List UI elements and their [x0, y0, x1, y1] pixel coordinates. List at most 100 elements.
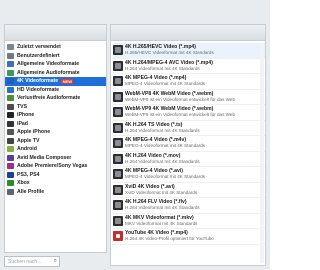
- category-label: Verlustfreie Audioformate: [17, 95, 81, 102]
- search-input[interactable]: Suchen nach... ⌕: [4, 256, 60, 267]
- format-description: H.265/HEVC Videoformat mit 4K Standards: [125, 50, 214, 56]
- category-label: Android: [17, 146, 37, 153]
- format-item[interactable]: 4K H.264/MPEG-4 AVC Video (*.mp4) H.264 V…: [113, 59, 265, 74]
- category-label: Zuletzt verwendet: [17, 44, 61, 51]
- category-item[interactable]: Benutzerdefiniert: [5, 52, 106, 61]
- format-description: WebM-VP8 ist ein Videoformat entwickelt …: [125, 96, 236, 102]
- category-item[interactable]: Zuletzt verwendet: [5, 43, 106, 52]
- format-item[interactable]: 4K MPEG-4 Video (*.mp4) MPEG-4 Videoforma…: [113, 74, 265, 90]
- category-label: Benutzerdefiniert: [17, 52, 60, 59]
- category-item[interactable]: TVS: [5, 103, 106, 112]
- category-panel: Zuletzt verwendet Benutzerdefiniert Allgem…: [4, 24, 107, 253]
- format-item[interactable]: XviD 4K Video (*.avi) XviD Videoformat mi…: [113, 183, 265, 198]
- format-item[interactable]: 4K H.264 FLV Video (*.flv) H.264 Videofor…: [113, 198, 265, 214]
- format-text: WebM-VP9 4K WebM Video (*.webm) WebM-VP9 …: [125, 106, 235, 118]
- category-item[interactable]: Adobe Premiere/Sony Vegas: [5, 162, 106, 171]
- format-item[interactable]: YouTube 4K Video (*.mp4) H.264 4K Video-P…: [113, 229, 265, 245]
- format-description: H.264 Videoformat mit 4K Standards: [125, 65, 200, 71]
- category-label: Apple TV: [17, 137, 40, 144]
- custom-icon: [7, 52, 14, 59]
- category-item[interactable]: PS3, PS4: [5, 171, 106, 180]
- avid-icon: [7, 154, 14, 161]
- format-description: H.264 4K Video-Profil optimiert für YouT…: [125, 236, 214, 242]
- format-description: MKV Videoformat mit 4K Standards: [125, 220, 198, 226]
- category-item[interactable]: Allgemeine Videoformate: [5, 60, 106, 69]
- category-list: Zuletzt verwendet Benutzerdefiniert Allgem…: [5, 43, 106, 196]
- category-item[interactable]: Verlustfreie Audioformate: [5, 94, 106, 103]
- video-thumbnail-icon: [113, 60, 123, 71]
- video-thumbnail-icon: [113, 76, 123, 87]
- format-text: XviD 4K Video (*.avi) XviD Videoformat mi…: [125, 184, 197, 196]
- category-label: Allgemeine Videoformate: [17, 61, 80, 68]
- video-thumbnail-icon: [113, 184, 123, 195]
- format-description: H.264 Videoformat mit 4K Standards: [125, 127, 200, 133]
- category-item[interactable]: Apple iPhone: [5, 128, 106, 137]
- format-item[interactable]: 4K MPEG-4 Video (*.avi) MPEG-4 Videoforma…: [113, 167, 265, 183]
- video-thumbnail-icon: [113, 138, 123, 149]
- format-text: 4K H.264 FLV Video (*.flv) H.264 Videofor…: [125, 199, 200, 211]
- category-label: PS3, PS4: [17, 171, 40, 178]
- format-text: WebM-VP8 4K WebM Video (*.webm) WebM-VP8 …: [125, 91, 235, 103]
- format-text: 4K MKV Videoformat (*.mkv) MKV Videoforma…: [125, 215, 197, 227]
- format-text: 4K MPEG-4 Video (*.m4v) MPEG-4 Videoforma…: [125, 137, 205, 149]
- category-label: iPad: [17, 120, 28, 127]
- category-panel-header: [5, 25, 106, 41]
- 4k-icon: [7, 78, 14, 85]
- category-item[interactable]: iPhone: [5, 111, 106, 120]
- category-label: Allgemeine Audioformate: [17, 69, 80, 76]
- category-item[interactable]: iPad: [5, 120, 106, 129]
- format-panel-header: [111, 25, 265, 41]
- format-item[interactable]: WebM-VP9 4K WebM Video (*.webm) WebM-VP9 …: [113, 105, 265, 121]
- format-item[interactable]: 4K H.264 TS Video (*.ts) H.264 Videoforma…: [113, 121, 265, 136]
- xbox-icon: [7, 180, 14, 187]
- video-thumbnail-icon: [113, 200, 123, 211]
- format-item[interactable]: 4K MPEG-4 Video (*.m4v) MPEG-4 Videoforma…: [113, 136, 265, 152]
- new-badge: NEW: [61, 78, 74, 84]
- adobe-icon: [7, 163, 14, 170]
- lossless-audio-icon: [7, 95, 14, 102]
- format-text: 4K H.264 Video (*.mov) H.264 Videoformat …: [125, 153, 200, 165]
- format-description: MPEG-4 Videoformat mit 4K Standards: [125, 174, 206, 180]
- search-icon[interactable]: ⌕: [54, 258, 57, 265]
- video-format-icon: [7, 61, 14, 68]
- category-item[interactable]: Android: [5, 145, 106, 154]
- apple-icon: [7, 129, 14, 136]
- format-description: WebM-VP9 ist ein Videoformat entwickelt …: [125, 112, 236, 118]
- video-thumbnail-icon: [113, 215, 123, 226]
- category-item[interactable]: 4K Videoformate NEW: [5, 77, 106, 86]
- category-item[interactable]: Apple TV: [5, 137, 106, 146]
- format-item[interactable]: 4K MKV Videoformat (*.mkv) MKV Videoforma…: [113, 214, 265, 229]
- video-thumbnail-icon: [113, 169, 123, 180]
- category-label: 4K Videoformate: [17, 78, 59, 85]
- format-item[interactable]: 4K H.265/HEVC Video (*.mp4) H.265/HEVC Vi…: [113, 43, 265, 59]
- category-label: Apple iPhone: [17, 129, 51, 136]
- format-description: MPEG-4 Videoformat mit 4K Standards: [125, 143, 206, 149]
- format-text: 4K H.265/HEVC Video (*.mp4) H.265/HEVC Vi…: [125, 44, 214, 56]
- video-thumbnail-icon: [113, 107, 123, 118]
- format-list-scrollbar[interactable]: [260, 43, 264, 263]
- audio-format-icon: [7, 69, 14, 76]
- format-text: YouTube 4K Video (*.mp4) H.264 4K Video-P…: [125, 230, 214, 242]
- format-text: 4K MPEG-4 Video (*.avi) MPEG-4 Videoforma…: [125, 168, 205, 180]
- tv-icon: [7, 103, 14, 110]
- hd-icon: [7, 86, 14, 93]
- format-item[interactable]: 4K H.264 Video (*.mov) H.264 Videoformat …: [113, 152, 265, 167]
- format-item[interactable]: WebM-VP8 4K WebM Video (*.webm) WebM-VP8 …: [113, 90, 265, 105]
- category-label: iPhone: [17, 112, 35, 119]
- format-picker-window: Zuletzt verwendet Benutzerdefiniert Allgem…: [0, 0, 270, 270]
- iphone-icon: [7, 112, 14, 119]
- all-profiles-icon: [7, 188, 14, 195]
- format-text: 4K MPEG-4 Video (*.mp4) MPEG-4 Videoforma…: [125, 75, 205, 87]
- format-text: 4K H.264 TS Video (*.ts) H.264 Videoforma…: [125, 122, 200, 134]
- category-label: Avid Media Composer: [17, 154, 72, 161]
- category-item[interactable]: HD Videoformate: [5, 86, 106, 95]
- category-item[interactable]: Alle Profile: [5, 188, 106, 197]
- category-item[interactable]: Avid Media Composer: [5, 154, 106, 163]
- format-description: H.264 Videoformat mit 4K Standards: [125, 205, 200, 211]
- recent-icon: [7, 44, 14, 51]
- category-item[interactable]: Xbox: [5, 179, 106, 188]
- category-item[interactable]: Allgemeine Audioformate: [5, 69, 106, 78]
- category-label: Alle Profile: [17, 188, 45, 195]
- category-label: Adobe Premiere/Sony Vegas: [17, 163, 88, 170]
- video-thumbnail-icon: [113, 122, 123, 133]
